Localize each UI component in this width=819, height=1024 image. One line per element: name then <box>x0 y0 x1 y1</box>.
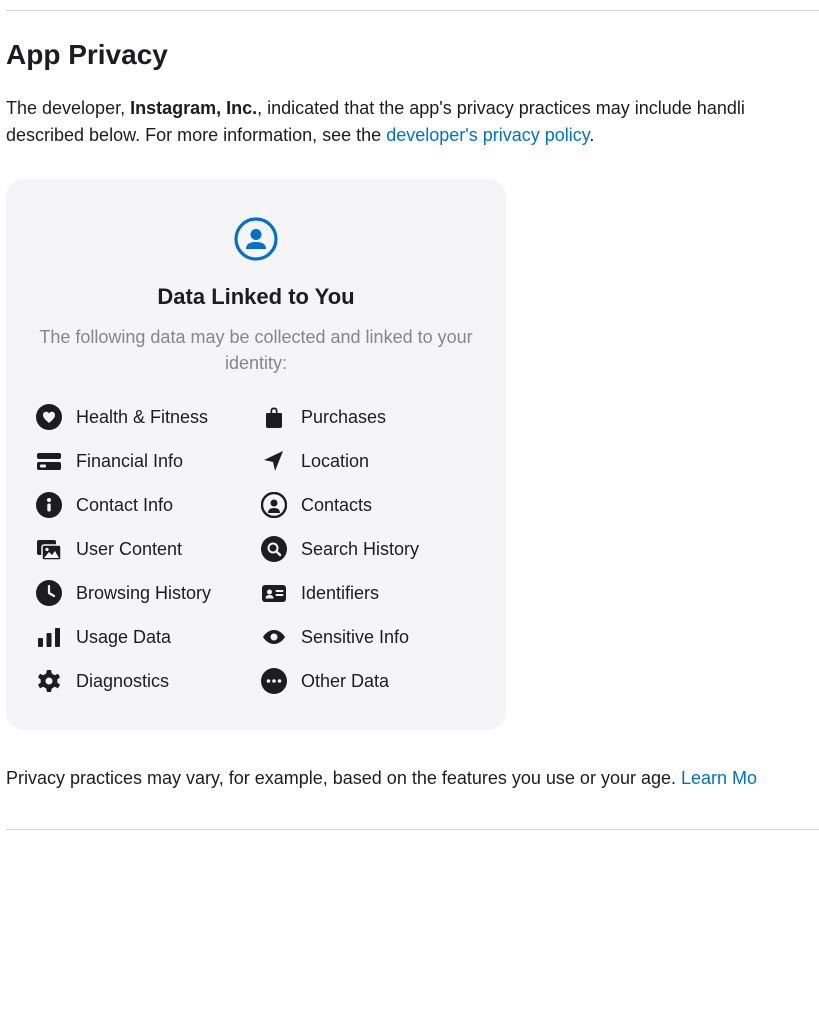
data-label: Other Data <box>301 671 389 692</box>
data-item-searchhistory: Search History <box>261 536 476 562</box>
data-label: Financial Info <box>76 451 183 472</box>
data-label: Contacts <box>301 495 372 516</box>
data-item-usercontent: User Content <box>36 536 251 562</box>
data-item-diagnostics: Diagnostics <box>36 668 251 694</box>
data-label: Browsing History <box>76 583 211 604</box>
data-item-sensitive: Sensitive Info <box>261 624 476 650</box>
dots-circle-icon <box>261 668 287 694</box>
footer-paragraph: Privacy practices may vary, for example,… <box>6 768 819 789</box>
data-label: Location <box>301 451 369 472</box>
card-subtitle: The following data may be collected and … <box>36 324 476 376</box>
person-linked-icon <box>234 217 278 266</box>
learn-more-link[interactable]: Learn Mo <box>681 768 757 788</box>
data-label: Diagnostics <box>76 671 169 692</box>
data-label: Search History <box>301 539 419 560</box>
data-label: Contact Info <box>76 495 173 516</box>
intro-mid: , indicated that the app's privacy pract… <box>257 98 745 118</box>
intro-prefix: The developer, <box>6 98 130 118</box>
intro-paragraph: The developer, Instagram, Inc., indicate… <box>6 95 819 149</box>
intro-suffix: . <box>589 125 594 145</box>
location-arrow-icon <box>261 448 287 474</box>
data-item-financial: Financial Info <box>36 448 251 474</box>
photo-icon <box>36 536 62 562</box>
credit-card-icon <box>36 448 62 474</box>
id-card-icon <box>261 580 287 606</box>
section-title: App Privacy <box>6 39 819 71</box>
info-circle-icon <box>36 492 62 518</box>
data-item-usagedata: Usage Data <box>36 624 251 650</box>
data-label: Usage Data <box>76 627 171 648</box>
heart-circle-icon <box>36 404 62 430</box>
data-types-grid: Health & Fitness Purchases Financial Inf… <box>34 404 478 694</box>
data-item-otherdata: Other Data <box>261 668 476 694</box>
person-circle-icon <box>261 492 287 518</box>
bag-icon <box>261 404 287 430</box>
data-label: Health & Fitness <box>76 407 208 428</box>
card-header-icon-wrap <box>34 217 478 266</box>
data-label: User Content <box>76 539 182 560</box>
data-label: Identifiers <box>301 583 379 604</box>
section-divider-top <box>6 10 819 11</box>
card-title: Data Linked to You <box>34 284 478 310</box>
footer-text: Privacy practices may vary, for example,… <box>6 768 681 788</box>
privacy-policy-link[interactable]: developer's privacy policy <box>386 125 589 145</box>
data-item-contacts: Contacts <box>261 492 476 518</box>
data-linked-card: Data Linked to You The following data ma… <box>6 179 506 730</box>
data-item-identifiers: Identifiers <box>261 580 476 606</box>
data-item-browsinghistory: Browsing History <box>36 580 251 606</box>
data-item-contactinfo: Contact Info <box>36 492 251 518</box>
gear-icon <box>36 668 62 694</box>
data-item-location: Location <box>261 448 476 474</box>
eye-icon <box>261 624 287 650</box>
intro-line2-prefix: described below. For more information, s… <box>6 125 386 145</box>
developer-name: Instagram, Inc. <box>130 98 257 118</box>
data-item-health: Health & Fitness <box>36 404 251 430</box>
data-label: Sensitive Info <box>301 627 409 648</box>
data-label: Purchases <box>301 407 386 428</box>
search-circle-icon <box>261 536 287 562</box>
section-divider-bottom <box>6 829 819 830</box>
clock-icon <box>36 580 62 606</box>
data-item-purchases: Purchases <box>261 404 476 430</box>
bars-icon <box>36 624 62 650</box>
